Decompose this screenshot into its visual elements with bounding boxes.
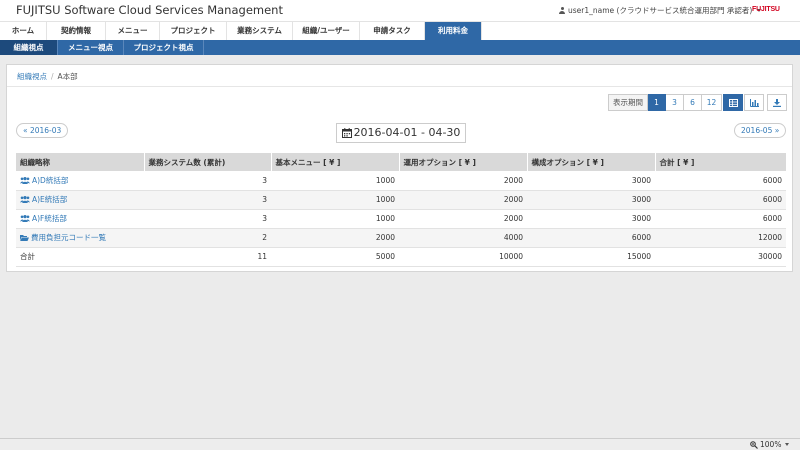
ops-option-cell: 4000 bbox=[399, 228, 527, 248]
col-header-basic-menu[interactable]: 基本メニュー [ ¥ ] bbox=[271, 153, 400, 171]
content-panel: 組織視点 / A本部 表示期間 1 3 6 12 « 2016-03 2016-04… bbox=[6, 64, 793, 272]
col-header-total[interactable]: 合計 [ ¥ ] bbox=[655, 153, 787, 171]
period-label: 表示期間 bbox=[608, 94, 648, 111]
col-header-config-option[interactable]: 構成オプション [ ¥ ] bbox=[527, 153, 656, 171]
col-header-org[interactable]: 組織略称 bbox=[16, 153, 145, 171]
subtab-menu-view[interactable]: メニュー視点 bbox=[58, 40, 124, 55]
user-menu[interactable]: user1_name (クラウドサービス統合運用部門 承認者) bbox=[559, 5, 762, 16]
table-total-row: 合計 11 5000 10000 15000 30000 bbox=[16, 247, 786, 267]
download-button[interactable] bbox=[767, 94, 787, 111]
basic-menu-cell: 1000 bbox=[271, 209, 399, 229]
basic-menu-cell: 1000 bbox=[271, 171, 399, 191]
ops-option-cell: 2000 bbox=[399, 171, 527, 191]
breadcrumb: 組織視点 / A本部 bbox=[7, 65, 792, 87]
config-option-cell: 3000 bbox=[527, 209, 655, 229]
app-title: FUJITSU Software Cloud Services Manageme… bbox=[16, 3, 283, 17]
download-icon bbox=[773, 98, 781, 107]
breadcrumb-parent[interactable]: 組織視点 bbox=[17, 72, 47, 81]
prev-month-button[interactable]: « 2016-03 bbox=[16, 123, 69, 138]
zoom-level: 100% bbox=[760, 440, 782, 449]
zoom-control[interactable]: 100% bbox=[750, 440, 790, 449]
org-link[interactable]: A)D統括部 bbox=[20, 175, 68, 186]
users-icon bbox=[20, 196, 30, 203]
period-6-button[interactable]: 6 bbox=[684, 94, 702, 111]
config-option-cell: 15000 bbox=[527, 247, 655, 267]
subtab-project-view[interactable]: プロジェクト視点 bbox=[124, 40, 204, 55]
nav-tab-menu[interactable]: メニュー bbox=[106, 22, 160, 40]
org-name: A)F統括部 bbox=[32, 214, 67, 223]
period-1-button[interactable]: 1 bbox=[648, 94, 666, 111]
top-bar: FUJITSU Software Cloud Services Manageme… bbox=[0, 0, 800, 21]
next-month-button[interactable]: 2016-05 » bbox=[734, 123, 787, 138]
status-bar: 100% bbox=[0, 438, 800, 450]
org-link[interactable]: A)F統括部 bbox=[20, 213, 67, 224]
folder-open-icon bbox=[20, 235, 29, 241]
org-link[interactable]: A)E統括部 bbox=[20, 194, 67, 205]
system-count-cell: 11 bbox=[144, 247, 271, 267]
usage-fee-table: 組織略称 業務システム数 (累計) 基本メニュー [ ¥ ] 運用オプション [… bbox=[16, 153, 787, 267]
table-row: A)E統括部 3 1000 2000 3000 6000 bbox=[16, 190, 786, 210]
org-name: 費用負担元コード一覧 bbox=[31, 233, 106, 242]
basic-menu-cell: 2000 bbox=[271, 228, 399, 248]
chart-view-button[interactable] bbox=[744, 94, 764, 111]
table-view-button[interactable] bbox=[723, 94, 743, 111]
col-header-system-count[interactable]: 業務システム数 (累計) bbox=[144, 153, 272, 171]
table-row: A)D統括部 3 1000 2000 3000 6000 bbox=[16, 171, 786, 191]
users-icon bbox=[20, 215, 30, 222]
nav-tab-contract[interactable]: 契約情報 bbox=[47, 22, 106, 40]
nav-tab-usage-fee[interactable]: 利用料金 bbox=[425, 22, 482, 40]
zoom-icon bbox=[750, 440, 758, 449]
total-cell: 6000 bbox=[655, 171, 786, 191]
org-name: A)E統括部 bbox=[32, 195, 68, 204]
config-option-cell: 3000 bbox=[527, 171, 655, 191]
user-name: user1_name (クラウドサービス統合運用部門 承認者) bbox=[568, 6, 753, 15]
bar-chart-icon bbox=[749, 98, 759, 107]
total-label: 合計 bbox=[16, 247, 144, 267]
ops-option-cell: 2000 bbox=[399, 209, 527, 229]
calendar-icon bbox=[341, 128, 352, 138]
config-option-cell: 6000 bbox=[527, 228, 655, 248]
nav-tab-project[interactable]: プロジェクト bbox=[160, 22, 227, 40]
system-count-cell: 3 bbox=[144, 190, 271, 210]
nav-tab-request-task[interactable]: 申請タスク bbox=[360, 22, 425, 40]
date-range-text: 2016-04-01 - 04-30 bbox=[353, 126, 461, 139]
caret-down-icon bbox=[785, 443, 790, 446]
sub-nav: 組織視点 メニュー視点 プロジェクト視点 bbox=[0, 40, 800, 55]
basic-menu-cell: 5000 bbox=[271, 247, 399, 267]
system-count-cell: 3 bbox=[144, 171, 271, 191]
col-header-ops-option[interactable]: 運用オプション [ ¥ ] bbox=[399, 153, 528, 171]
users-icon bbox=[20, 176, 30, 184]
total-cell: 30000 bbox=[655, 247, 786, 267]
table-icon bbox=[728, 98, 738, 107]
table-header-row: 組織略称 業務システム数 (累計) 基本メニュー [ ¥ ] 運用オプション [… bbox=[16, 153, 787, 171]
ops-option-cell: 2000 bbox=[399, 190, 527, 210]
main-nav: ホーム 契約情報 メニュー プロジェクト 業務システム 組織/ユーザー 申請タス… bbox=[0, 21, 800, 40]
basic-menu-cell: 1000 bbox=[271, 190, 399, 210]
date-range: 2016-04-01 - 04-30 bbox=[336, 123, 466, 143]
table-row: 費用負担元コード一覧 2 2000 4000 6000 12000 bbox=[16, 228, 786, 248]
total-cell: 6000 bbox=[655, 209, 786, 229]
ops-option-cell: 10000 bbox=[399, 247, 527, 267]
user-icon bbox=[559, 7, 565, 14]
table-row: A)F統括部 3 1000 2000 3000 6000 bbox=[16, 209, 786, 229]
nav-tab-business-system[interactable]: 業務システム bbox=[227, 22, 293, 40]
breadcrumb-current: A本部 bbox=[57, 72, 78, 81]
subtab-org-view[interactable]: 組織視点 bbox=[0, 40, 58, 55]
nav-tab-home[interactable]: ホーム bbox=[0, 22, 47, 40]
system-count-cell: 2 bbox=[144, 228, 271, 248]
period-12-button[interactable]: 12 bbox=[702, 94, 722, 111]
config-option-cell: 3000 bbox=[527, 190, 655, 210]
total-cell: 6000 bbox=[655, 190, 786, 210]
system-count-cell: 3 bbox=[144, 209, 271, 229]
fujitsu-logo: FUJITSU bbox=[752, 6, 780, 13]
org-name: A)D統括部 bbox=[32, 175, 69, 185]
cost-code-list-link[interactable]: 費用負担元コード一覧 bbox=[20, 232, 106, 243]
period-3-button[interactable]: 3 bbox=[666, 94, 684, 111]
nav-tab-org-user[interactable]: 組織/ユーザー bbox=[293, 22, 360, 40]
total-cell: 12000 bbox=[655, 228, 786, 248]
